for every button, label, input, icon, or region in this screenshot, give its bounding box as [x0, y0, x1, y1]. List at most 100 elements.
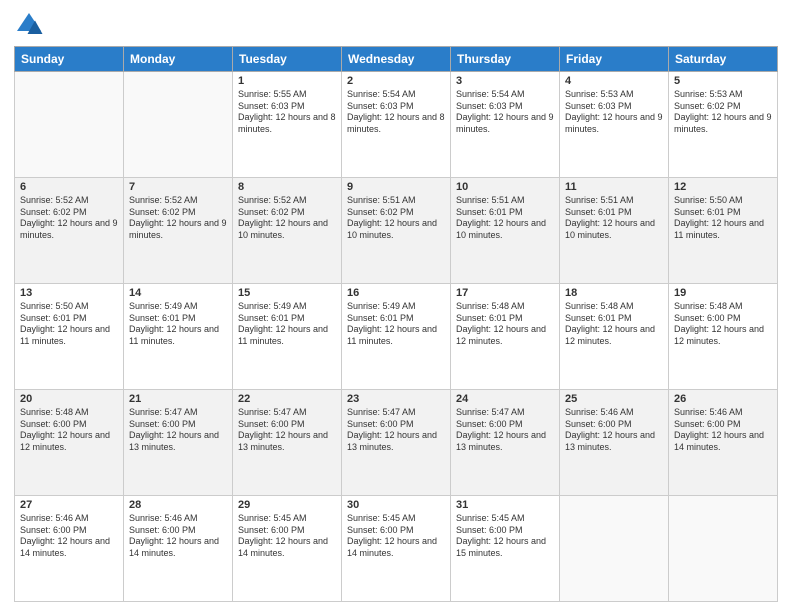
calendar-cell: 14 Sunrise: 5:49 AM Sunset: 6:01 PM Dayli…	[124, 284, 233, 390]
day-info: Sunrise: 5:52 AM Sunset: 6:02 PM Dayligh…	[238, 195, 336, 242]
day-number: 28	[129, 499, 227, 511]
day-info: Sunrise: 5:45 AM Sunset: 6:00 PM Dayligh…	[238, 513, 336, 560]
day-number: 27	[20, 499, 118, 511]
calendar-cell: 9 Sunrise: 5:51 AM Sunset: 6:02 PM Daylig…	[342, 178, 451, 284]
day-info: Sunrise: 5:48 AM Sunset: 6:00 PM Dayligh…	[20, 407, 118, 454]
day-number: 19	[674, 287, 772, 299]
day-info: Sunrise: 5:47 AM Sunset: 6:00 PM Dayligh…	[347, 407, 445, 454]
calendar-cell: 5 Sunrise: 5:53 AM Sunset: 6:02 PM Daylig…	[669, 72, 778, 178]
col-header-thursday: Thursday	[451, 47, 560, 72]
day-info: Sunrise: 5:47 AM Sunset: 6:00 PM Dayligh…	[456, 407, 554, 454]
calendar-cell: 19 Sunrise: 5:48 AM Sunset: 6:00 PM Dayli…	[669, 284, 778, 390]
day-info: Sunrise: 5:48 AM Sunset: 6:00 PM Dayligh…	[674, 301, 772, 348]
day-number: 16	[347, 287, 445, 299]
calendar-cell: 25 Sunrise: 5:46 AM Sunset: 6:00 PM Dayli…	[560, 390, 669, 496]
day-info: Sunrise: 5:46 AM Sunset: 6:00 PM Dayligh…	[20, 513, 118, 560]
calendar-cell	[124, 72, 233, 178]
day-number: 12	[674, 181, 772, 193]
day-number: 14	[129, 287, 227, 299]
calendar-cell: 7Sunrise: 5:52 AM Sunset: 6:02 PM Daylig…	[124, 178, 233, 284]
calendar-cell: 21 Sunrise: 5:47 AM Sunset: 6:00 PM Dayli…	[124, 390, 233, 496]
col-header-friday: Friday	[560, 47, 669, 72]
day-info: Sunrise: 5:50 AM Sunset: 6:01 PM Dayligh…	[20, 301, 118, 348]
day-number: 25	[565, 393, 663, 405]
day-number: 29	[238, 499, 336, 511]
day-info: Sunrise: 5:55 AM Sunset: 6:03 PM Dayligh…	[238, 89, 336, 136]
calendar-cell: 29 Sunrise: 5:45 AM Sunset: 6:00 PM Dayli…	[233, 496, 342, 602]
col-header-monday: Monday	[124, 47, 233, 72]
calendar-cell	[15, 72, 124, 178]
day-info: Sunrise: 5:49 AM Sunset: 6:01 PM Dayligh…	[347, 301, 445, 348]
calendar-week-row: 6 Sunrise: 5:52 AM Sunset: 6:02 PM Daylig…	[15, 178, 778, 284]
day-number: 2	[347, 75, 445, 87]
day-info: Sunrise: 5:50 AM Sunset: 6:01 PM Dayligh…	[674, 195, 772, 242]
day-number: 23	[347, 393, 445, 405]
day-number: 15	[238, 287, 336, 299]
day-info: Sunrise: 5:45 AM Sunset: 6:00 PM Dayligh…	[347, 513, 445, 560]
day-info: Sunrise: 5:47 AM Sunset: 6:00 PM Dayligh…	[238, 407, 336, 454]
day-number: 31	[456, 499, 554, 511]
calendar-cell: 23 Sunrise: 5:47 AM Sunset: 6:00 PM Dayli…	[342, 390, 451, 496]
day-info: Sunrise: 5:45 AM Sunset: 6:00 PM Dayligh…	[456, 513, 554, 560]
calendar-cell: 10 Sunrise: 5:51 AM Sunset: 6:01 PM Dayli…	[451, 178, 560, 284]
calendar-cell: 11 Sunrise: 5:51 AM Sunset: 6:01 PM Dayli…	[560, 178, 669, 284]
calendar-table: SundayMondayTuesdayWednesdayThursdayFrid…	[14, 46, 778, 602]
day-info: Sunrise: 5:47 AM Sunset: 6:00 PM Dayligh…	[129, 407, 227, 454]
day-number: 13	[20, 287, 118, 299]
day-info: Sunrise: 5:54 AM Sunset: 6:03 PM Dayligh…	[456, 89, 554, 136]
day-info: Sunrise: 5:46 AM Sunset: 6:00 PM Dayligh…	[565, 407, 663, 454]
logo	[14, 10, 48, 40]
day-info: Sunrise: 5:51 AM Sunset: 6:02 PM Dayligh…	[347, 195, 445, 242]
calendar-week-row: 20 Sunrise: 5:48 AM Sunset: 6:00 PM Dayli…	[15, 390, 778, 496]
day-number: 8	[238, 181, 336, 193]
day-number: 20	[20, 393, 118, 405]
day-number: 18	[565, 287, 663, 299]
col-header-saturday: Saturday	[669, 47, 778, 72]
day-info: Sunrise: 5:51 AM Sunset: 6:01 PM Dayligh…	[565, 195, 663, 242]
day-info: Sunrise: 5:49 AM Sunset: 6:01 PM Dayligh…	[238, 301, 336, 348]
day-number: 11	[565, 181, 663, 193]
day-info: Sunrise: 5:53 AM Sunset: 6:03 PM Dayligh…	[565, 89, 663, 136]
calendar-cell: 2 Sunrise: 5:54 AM Sunset: 6:03 PM Daylig…	[342, 72, 451, 178]
day-info: Sunrise: 5:48 AM Sunset: 6:01 PM Dayligh…	[565, 301, 663, 348]
calendar-week-row: 27 Sunrise: 5:46 AM Sunset: 6:00 PM Dayli…	[15, 496, 778, 602]
calendar-cell: 28 Sunrise: 5:46 AM Sunset: 6:00 PM Dayli…	[124, 496, 233, 602]
day-number: 5	[674, 75, 772, 87]
logo-icon	[14, 10, 44, 40]
day-number: 4	[565, 75, 663, 87]
page-header	[14, 10, 778, 40]
day-info: Sunrise: 5:54 AM Sunset: 6:03 PM Dayligh…	[347, 89, 445, 136]
calendar-cell: 24Sunrise: 5:47 AM Sunset: 6:00 PM Dayli…	[451, 390, 560, 496]
day-number: 6	[20, 181, 118, 193]
col-header-tuesday: Tuesday	[233, 47, 342, 72]
calendar-cell: 17 Sunrise: 5:48 AM Sunset: 6:01 PM Dayli…	[451, 284, 560, 390]
calendar-week-row: 13 Sunrise: 5:50 AM Sunset: 6:01 PM Dayli…	[15, 284, 778, 390]
calendar-cell: 27 Sunrise: 5:46 AM Sunset: 6:00 PM Dayli…	[15, 496, 124, 602]
day-number: 21	[129, 393, 227, 405]
day-info: Sunrise: 5:53 AM Sunset: 6:02 PM Dayligh…	[674, 89, 772, 136]
day-number: 3	[456, 75, 554, 87]
day-info: Sunrise: 5:46 AM Sunset: 6:00 PM Dayligh…	[129, 513, 227, 560]
day-info: Sunrise: 5:48 AM Sunset: 6:01 PM Dayligh…	[456, 301, 554, 348]
day-number: 17	[456, 287, 554, 299]
calendar-cell	[669, 496, 778, 602]
day-number: 10	[456, 181, 554, 193]
day-number: 26	[674, 393, 772, 405]
day-number: 30	[347, 499, 445, 511]
calendar-header-row: SundayMondayTuesdayWednesdayThursdayFrid…	[15, 47, 778, 72]
day-number: 9	[347, 181, 445, 193]
day-info: Sunrise: 5:52 AM Sunset: 6:02 PM Dayligh…	[129, 195, 227, 242]
calendar-cell: 13 Sunrise: 5:50 AM Sunset: 6:01 PM Dayli…	[15, 284, 124, 390]
day-info: Sunrise: 5:49 AM Sunset: 6:01 PM Dayligh…	[129, 301, 227, 348]
calendar-cell: 30 Sunrise: 5:45 AM Sunset: 6:00 PM Dayli…	[342, 496, 451, 602]
calendar-cell	[560, 496, 669, 602]
calendar-week-row: 1Sunrise: 5:55 AM Sunset: 6:03 PM Daylig…	[15, 72, 778, 178]
day-info: Sunrise: 5:52 AM Sunset: 6:02 PM Dayligh…	[20, 195, 118, 242]
col-header-wednesday: Wednesday	[342, 47, 451, 72]
col-header-sunday: Sunday	[15, 47, 124, 72]
calendar-cell: 31 Sunrise: 5:45 AM Sunset: 6:00 PM Dayli…	[451, 496, 560, 602]
calendar-cell: 22Sunrise: 5:47 AM Sunset: 6:00 PM Dayli…	[233, 390, 342, 496]
day-info: Sunrise: 5:51 AM Sunset: 6:01 PM Dayligh…	[456, 195, 554, 242]
calendar-cell: 26Sunrise: 5:46 AM Sunset: 6:00 PM Dayli…	[669, 390, 778, 496]
calendar-cell: 4 Sunrise: 5:53 AM Sunset: 6:03 PM Daylig…	[560, 72, 669, 178]
